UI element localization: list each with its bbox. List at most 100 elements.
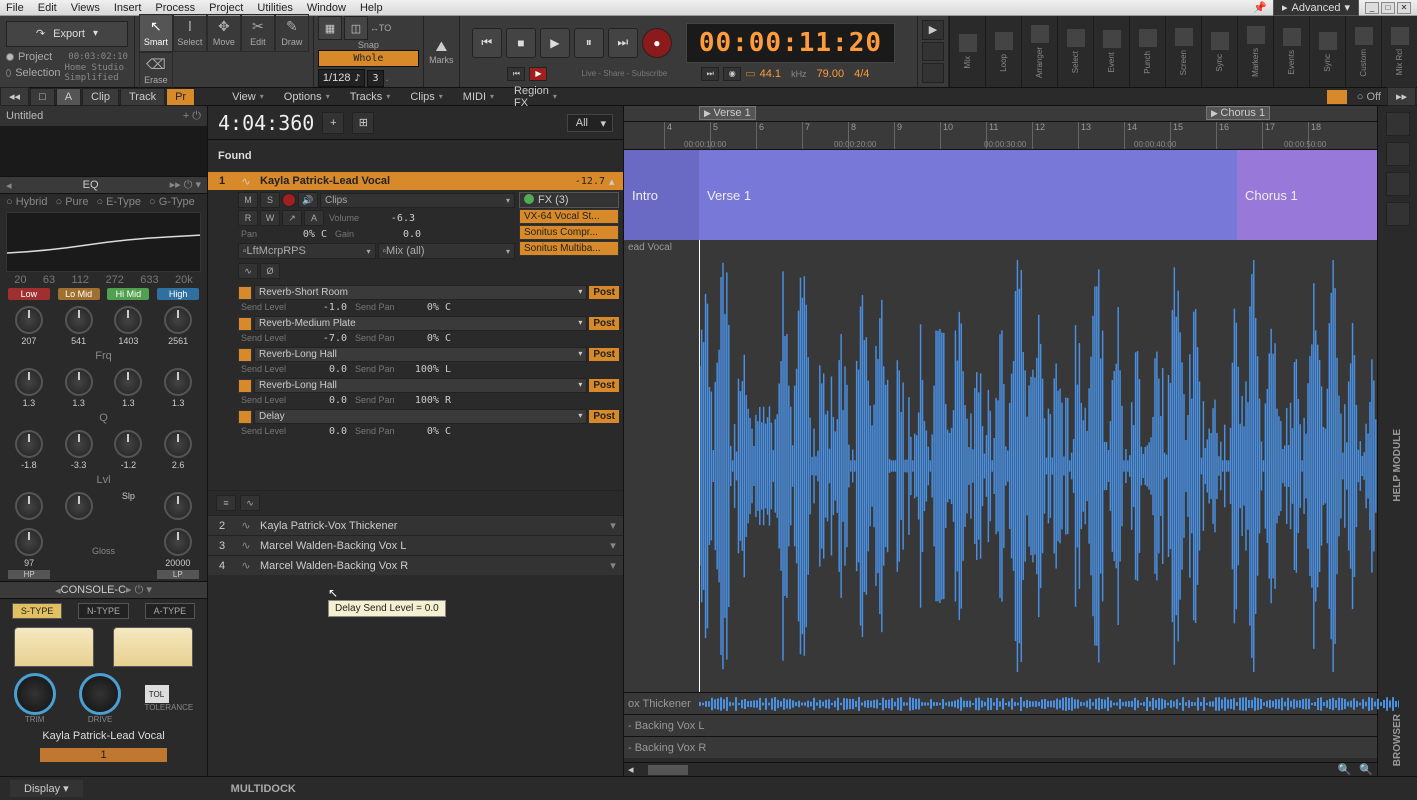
- fx-item-1[interactable]: VX-64 Vocal St...: [519, 209, 619, 224]
- eq-knob-himid-freq[interactable]: [114, 306, 142, 334]
- menu-file[interactable]: File: [6, 2, 24, 14]
- mix-selector[interactable]: ▫ Mix (all): [378, 243, 516, 259]
- module-sync[interactable]: Sync: [1201, 16, 1237, 87]
- menu-window[interactable]: Window: [307, 2, 346, 14]
- sample-rate[interactable]: 44.1: [760, 68, 781, 80]
- monitor-button[interactable]: 🔊: [298, 192, 318, 208]
- arrow-button[interactable]: ↗: [282, 210, 302, 226]
- gain-value[interactable]: 0.0: [374, 228, 424, 241]
- loop-mode-button[interactable]: [922, 42, 944, 62]
- snap-resolution[interactable]: 1/128 ♪: [318, 69, 366, 87]
- right-tool-4[interactable]: [1386, 202, 1410, 226]
- close-button[interactable]: ✕: [1397, 2, 1411, 14]
- fx-item-2[interactable]: Sonitus Compr...: [519, 225, 619, 240]
- section-verse1[interactable]: Verse 1: [699, 150, 1237, 240]
- tab-nav-right[interactable]: ▸▸: [1387, 87, 1416, 106]
- browser-label[interactable]: BROWSER: [1392, 714, 1403, 766]
- track-4[interactable]: 4∿ Marcel Walden-Backing Vox R▾: [208, 555, 623, 575]
- send-3-name[interactable]: Reverb-Long Hall: [254, 378, 587, 393]
- help-module-label[interactable]: HELP MODULE: [1392, 429, 1403, 502]
- eq-knob-slp4[interactable]: [164, 492, 192, 520]
- tool-move[interactable]: ✥Move: [207, 14, 241, 52]
- tool-edit[interactable]: ✂Edit: [241, 14, 275, 52]
- send-2-level[interactable]: 0.0: [300, 363, 350, 376]
- track-filter[interactable]: All: [567, 114, 613, 132]
- maximize-button[interactable]: □: [1381, 2, 1395, 14]
- waveform-view-button[interactable]: ∿: [238, 263, 258, 279]
- minimize-button[interactable]: _: [1365, 2, 1379, 14]
- menu-views[interactable]: Views: [71, 2, 100, 14]
- eq-knob-lomid-freq[interactable]: [65, 306, 93, 334]
- module-mix[interactable]: Mix: [949, 16, 985, 87]
- waveform-area[interactable]: ead Vocal: [624, 240, 1377, 692]
- eq-graph[interactable]: [6, 212, 201, 272]
- eq-mode-hybrid[interactable]: Hybrid: [6, 196, 48, 208]
- console-type-n[interactable]: N-TYPE: [78, 603, 129, 619]
- sub-rewind[interactable]: ⏮: [507, 67, 525, 81]
- module-punch[interactable]: Punch: [1129, 16, 1165, 87]
- module-screen[interactable]: Screen: [1165, 16, 1201, 87]
- view-menu[interactable]: View: [226, 89, 270, 105]
- tool-erase[interactable]: ⌫Erase: [139, 52, 173, 90]
- export-button[interactable]: ↷ Export ▾: [6, 21, 128, 47]
- write-button[interactable]: W: [260, 210, 280, 226]
- midi-menu[interactable]: MIDI: [457, 89, 500, 105]
- record-button[interactable]: ●: [642, 28, 672, 58]
- workspace-selector[interactable]: ▸ Advanced ▾: [1273, 0, 1359, 16]
- send-3-post[interactable]: Post: [589, 379, 619, 392]
- send-2-name[interactable]: Reverb-Long Hall: [254, 347, 587, 362]
- export-project-radio[interactable]: Project: [18, 51, 52, 63]
- send-4-level[interactable]: 0.0: [300, 425, 350, 438]
- mute-button[interactable]: M: [238, 192, 258, 208]
- clips-menu[interactable]: Clips: [404, 89, 448, 105]
- eq-mode-pure[interactable]: Pure: [56, 196, 89, 208]
- eq-knob-low-lvl[interactable]: [15, 430, 43, 458]
- eq-knob-low-q[interactable]: [15, 368, 43, 396]
- eq-knob-himid-lvl[interactable]: [114, 430, 142, 458]
- mini-track-4[interactable]: - Backing Vox R: [624, 736, 1377, 758]
- menu-utilities[interactable]: Utilities: [257, 2, 292, 14]
- mail-icon[interactable]: [1327, 90, 1347, 104]
- eq-knob-high-lvl[interactable]: [164, 430, 192, 458]
- right-tool-2[interactable]: [1386, 142, 1410, 166]
- loop-play-button[interactable]: ▶: [922, 20, 944, 40]
- off-toggle[interactable]: ○ Off: [1351, 91, 1387, 103]
- read-button[interactable]: R: [238, 210, 258, 226]
- export-selection-radio[interactable]: Selection: [15, 67, 60, 79]
- send-0-level[interactable]: -1.0: [300, 301, 350, 314]
- tab-pr[interactable]: Pr: [166, 88, 195, 106]
- volume-value[interactable]: -6.3: [368, 212, 418, 225]
- eq-mode-etype[interactable]: E-Type: [96, 196, 141, 208]
- tab-track[interactable]: Track: [120, 88, 165, 106]
- eq-knob-slp1[interactable]: [15, 492, 43, 520]
- marker-icon[interactable]: ⛰: [435, 38, 447, 55]
- playhead[interactable]: [699, 240, 700, 692]
- snap-grid-button[interactable]: ▦: [318, 16, 342, 40]
- eq-knob-low-freq[interactable]: [15, 306, 43, 334]
- arm-button[interactable]: [282, 193, 296, 207]
- send-0-name[interactable]: Reverb-Short Room: [254, 285, 587, 300]
- eq-band-low[interactable]: Low: [8, 288, 50, 300]
- zoom-in-icon[interactable]: 🔍: [1355, 763, 1377, 776]
- tempo[interactable]: 79.00: [817, 68, 845, 80]
- metronome-icon[interactable]: ▭: [745, 67, 755, 80]
- a-button[interactable]: A: [304, 210, 324, 226]
- phase-button[interactable]: Ø: [260, 263, 280, 279]
- send-4-pan[interactable]: 0% C: [404, 425, 454, 438]
- stop-button[interactable]: ■: [506, 28, 536, 58]
- module-markers[interactable]: Markers: [1237, 16, 1273, 87]
- hscroll-left[interactable]: ◂: [624, 763, 638, 776]
- send-4-name[interactable]: Delay: [254, 409, 587, 424]
- snap-beat[interactable]: 3: [367, 70, 383, 87]
- module-mixrcl[interactable]: Mix Rcl: [1381, 16, 1417, 87]
- track-1-header[interactable]: 1 ∿ Kayla Patrick-Lead Vocal -12.7 ▴: [208, 172, 623, 190]
- pin-icon[interactable]: 📌: [1253, 1, 1267, 14]
- snap-whole[interactable]: Whole: [318, 50, 419, 67]
- marker-verse1[interactable]: ▶ Verse 1: [699, 106, 756, 120]
- sub-end[interactable]: ⏭: [701, 67, 719, 81]
- eq-knob-himid-q[interactable]: [114, 368, 142, 396]
- module-select[interactable]: Select: [1057, 16, 1093, 87]
- clips-selector[interactable]: Clips: [320, 193, 515, 208]
- right-tool-3[interactable]: [1386, 172, 1410, 196]
- loop-options-button[interactable]: [922, 63, 944, 83]
